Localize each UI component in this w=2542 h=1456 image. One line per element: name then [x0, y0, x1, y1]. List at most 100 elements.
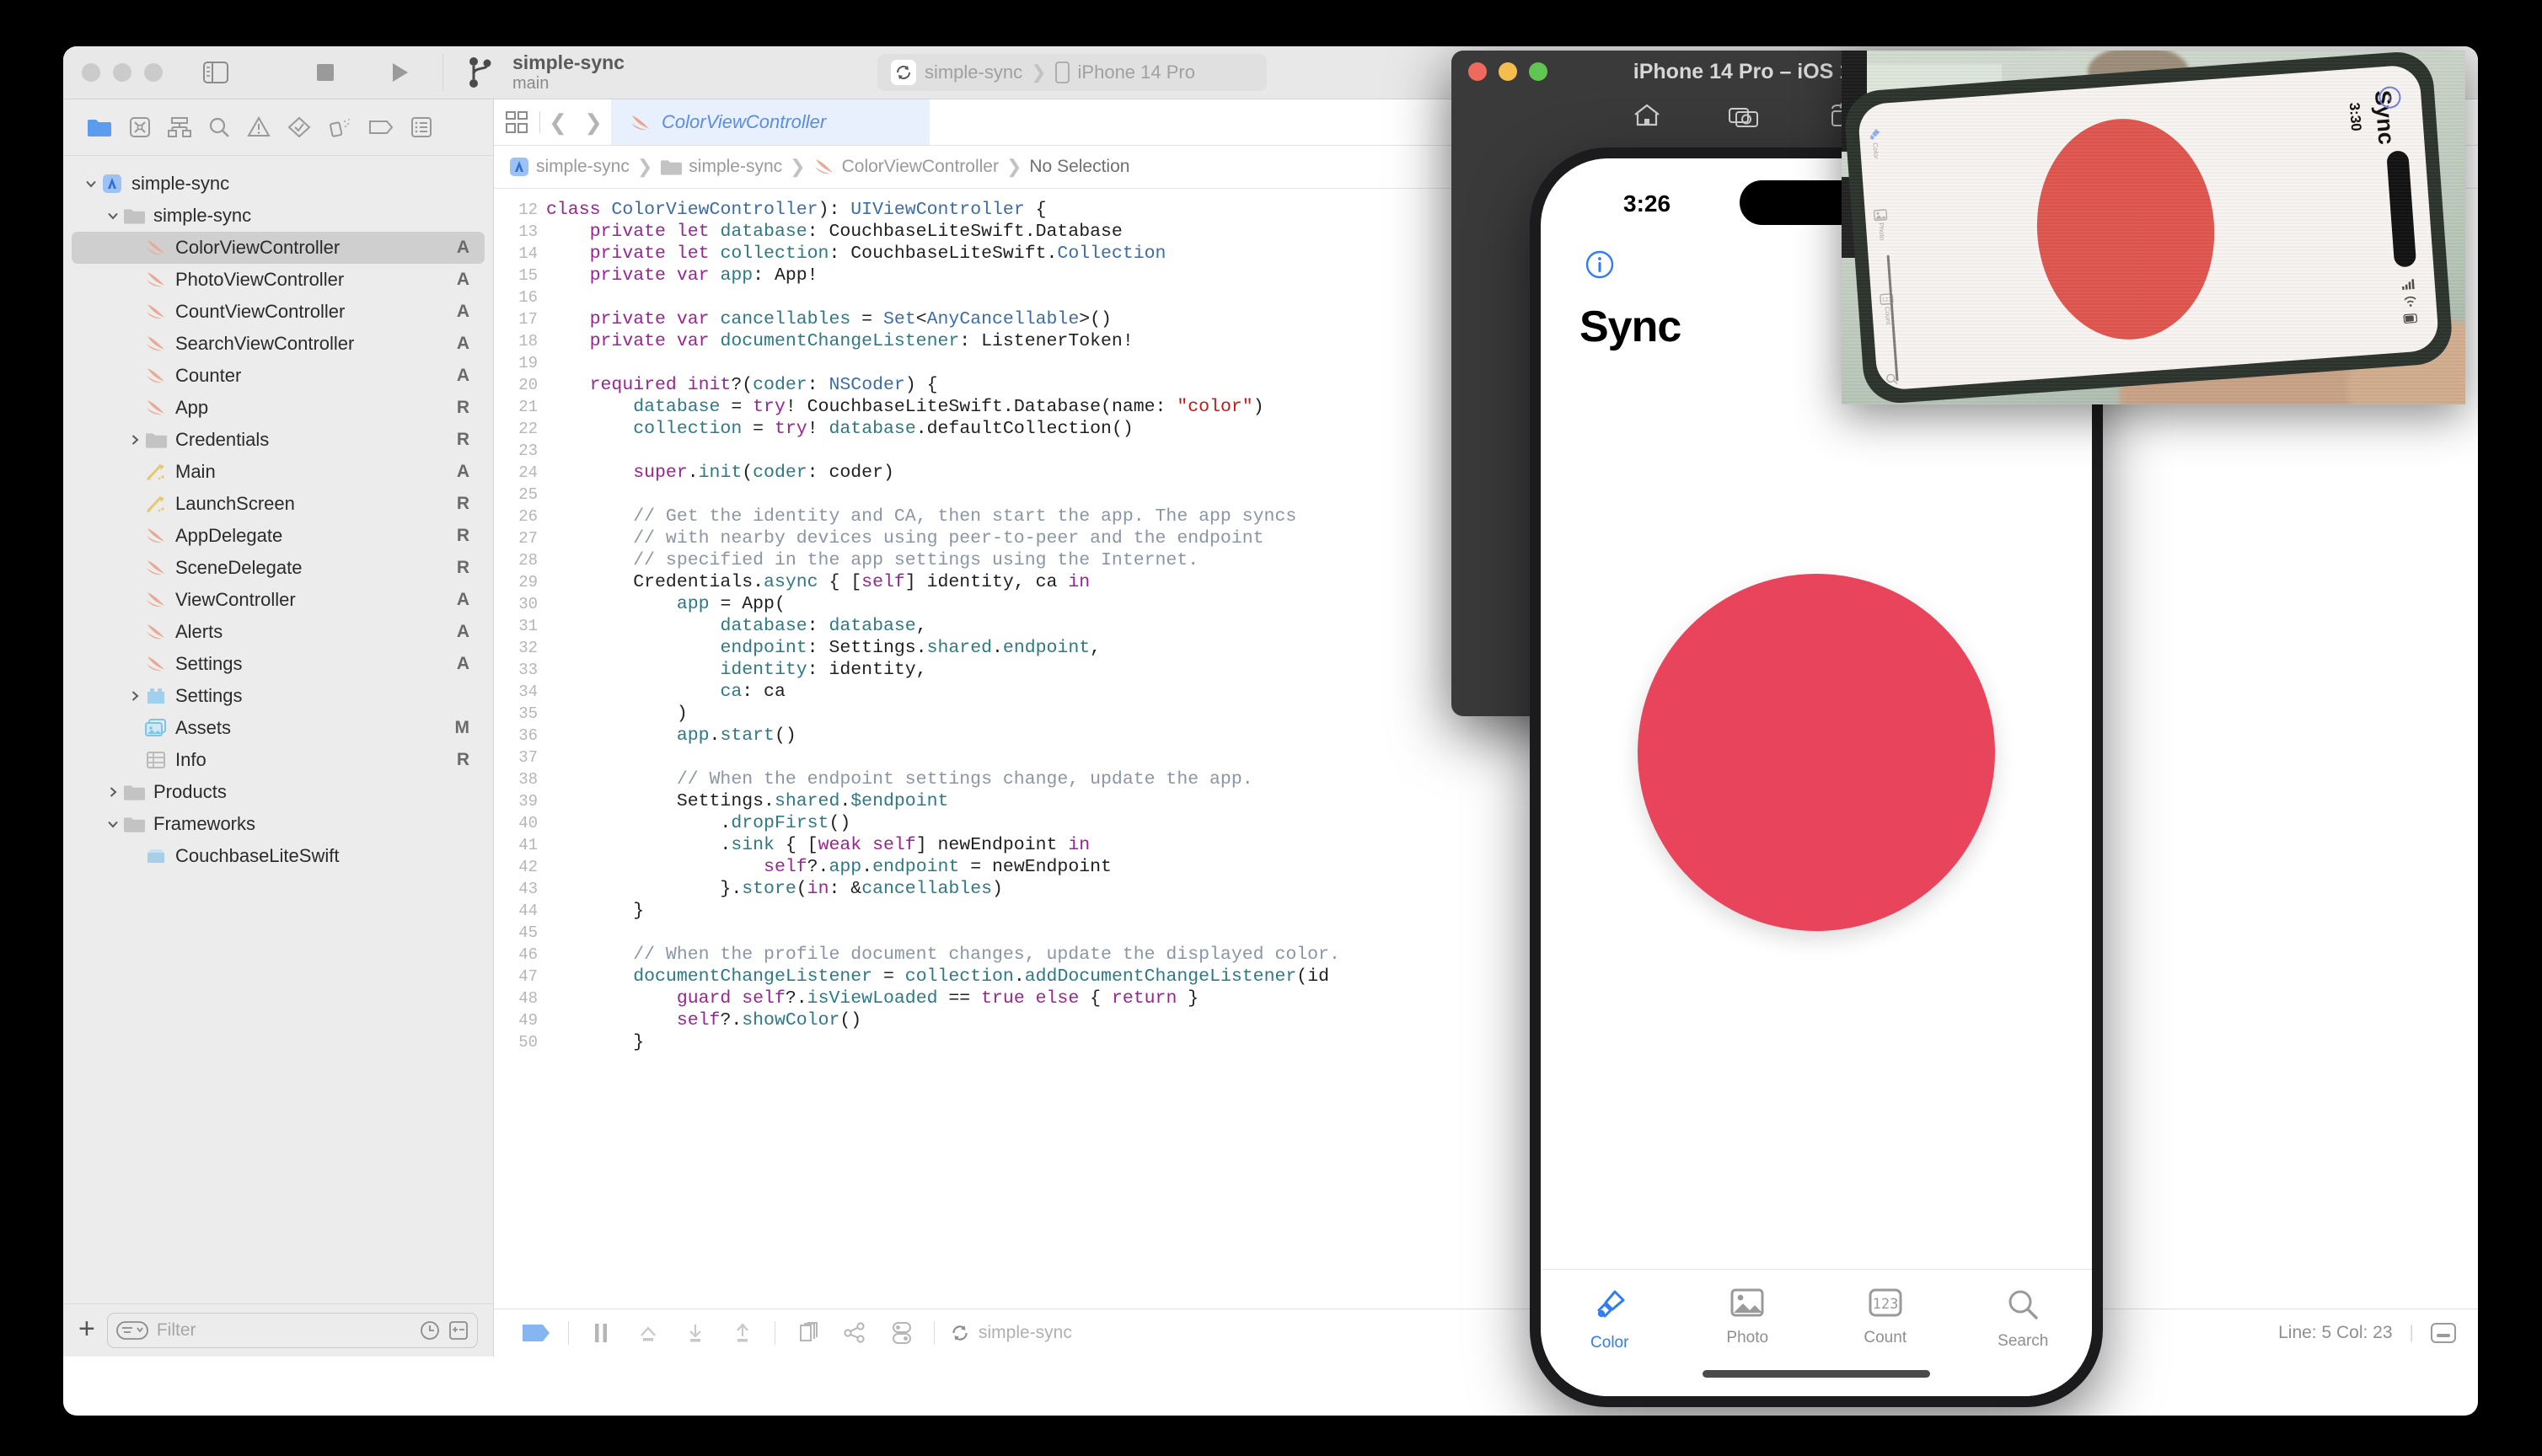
tree-item-simple-sync[interactable]: simple-sync: [72, 168, 485, 200]
tree-item-settings[interactable]: SettingsA: [72, 648, 485, 680]
breadcrumb-separator: ❯: [1006, 156, 1022, 178]
source-control-icon[interactable]: [129, 116, 151, 138]
swift-icon: [144, 302, 168, 321]
code-line[interactable]: .sink { [weak self] newEndpoint in: [546, 834, 2478, 856]
step-over-icon[interactable]: [625, 1322, 672, 1344]
debug-spray-icon[interactable]: [328, 116, 351, 138]
inspector-toggle-icon[interactable]: [2431, 1323, 2456, 1343]
chevron-right-icon[interactable]: ❯: [576, 110, 611, 136]
code-line[interactable]: [546, 747, 2478, 768]
editor-tab-colorviewcontroller[interactable]: ColorViewController: [611, 99, 930, 145]
chevron-right-icon[interactable]: [126, 689, 144, 703]
debug-bar: simple-sync Line: 5 Col: 23 |: [494, 1309, 2478, 1357]
find-icon[interactable]: [208, 116, 230, 138]
window-controls[interactable]: [63, 63, 163, 82]
chevron-down-icon[interactable]: [104, 209, 122, 222]
chevron-right-icon[interactable]: [104, 785, 122, 799]
tree-item-viewcontroller[interactable]: ViewControllerA: [72, 584, 485, 616]
zoom-button[interactable]: [144, 63, 163, 82]
modified-files-icon[interactable]: [448, 1320, 469, 1341]
code-line[interactable]: self?.showColor(): [546, 1009, 2478, 1031]
chevron-down-icon[interactable]: [82, 177, 100, 190]
swift-icon: [630, 113, 652, 131]
code-line[interactable]: .dropFirst(): [546, 812, 2478, 834]
step-into-icon[interactable]: [672, 1322, 719, 1344]
tree-item-appdelegate[interactable]: AppDelegateR: [72, 520, 485, 552]
symbol-hierarchy-icon[interactable]: [168, 116, 191, 138]
editor-layout-icon[interactable]: [494, 111, 539, 133]
pause-icon[interactable]: [577, 1322, 625, 1344]
filter-field[interactable]: Filter: [107, 1313, 478, 1348]
debug-process[interactable]: simple-sync: [950, 1323, 1072, 1343]
tab-search[interactable]: Search: [1955, 1270, 2093, 1396]
breadcrumb-item-2[interactable]: ColorViewController: [813, 157, 999, 177]
screenshot-icon[interactable]: [1729, 103, 1759, 128]
code-line[interactable]: }.store(in: &cancellables): [546, 878, 2478, 900]
code-line[interactable]: documentChangeListener = collection.addD…: [546, 966, 2478, 988]
tab-label: Color: [1590, 1334, 1628, 1352]
tree-item-countviewcontroller[interactable]: CountViewControllerA: [72, 296, 485, 328]
plus-icon[interactable]: +: [78, 1329, 95, 1333]
chevron-down-icon[interactable]: [104, 817, 122, 831]
breakpoint-toggle-icon[interactable]: [512, 1323, 560, 1343]
tree-item-products[interactable]: Products: [72, 776, 485, 808]
tree-item-alerts[interactable]: AlertsA: [72, 616, 485, 648]
test-diamond-icon[interactable]: [287, 116, 311, 138]
breadcrumb-item-0[interactable]: simple-sync: [509, 157, 630, 177]
code-line[interactable]: self?.app.endpoint = newEndpoint: [546, 856, 2478, 878]
step-out-icon[interactable]: [719, 1322, 766, 1344]
environment-overrides-icon[interactable]: [878, 1321, 925, 1345]
code-line[interactable]: app.start(): [546, 725, 2478, 747]
tree-item-info[interactable]: InfoR: [72, 744, 485, 776]
minimize-button[interactable]: [113, 63, 131, 82]
tree-item-main[interactable]: MainA: [72, 456, 485, 488]
memory-graph-icon[interactable]: [831, 1322, 878, 1344]
report-list-icon[interactable]: [410, 116, 432, 138]
code-line[interactable]: }: [546, 1031, 2478, 1053]
tree-item-launchscreen[interactable]: LaunchScreenR: [72, 488, 485, 520]
chevron-left-icon[interactable]: ❮: [540, 110, 576, 136]
issue-warning-icon[interactable]: [247, 116, 271, 138]
breadcrumb-item-3[interactable]: No Selection: [1029, 157, 1129, 177]
tree-item-couchbaseliteswift[interactable]: CouchbaseLiteSwift: [72, 840, 485, 872]
tree-item-photoviewcontroller[interactable]: PhotoViewControllerA: [72, 264, 485, 296]
info-circle-icon[interactable]: [1585, 249, 1615, 280]
chevron-right-icon[interactable]: [126, 433, 144, 447]
stop-icon[interactable]: [303, 54, 348, 91]
home-icon[interactable]: [1633, 103, 1661, 128]
scheme-selector[interactable]: simple-sync ❯ iPhone 14 Pro: [877, 54, 1267, 91]
code-line[interactable]: // When the profile document changes, up…: [546, 944, 2478, 966]
tree-item-status: R: [457, 398, 469, 418]
tree-item-searchviewcontroller[interactable]: SearchViewControllerA: [72, 328, 485, 360]
code-line[interactable]: // When the endpoint settings change, up…: [546, 768, 2478, 790]
close-button[interactable]: [82, 63, 100, 82]
tree-item-settings[interactable]: Settings: [72, 680, 485, 712]
line-number: 31: [494, 615, 546, 637]
filter-input[interactable]: Filter: [157, 1320, 411, 1341]
home-indicator[interactable]: [1703, 1370, 1930, 1378]
tree-item-counter[interactable]: CounterA: [72, 360, 485, 392]
clock-icon[interactable]: [420, 1320, 440, 1341]
breakpoint-tag-icon[interactable]: [368, 118, 394, 136]
code-line[interactable]: guard self?.isViewLoaded == true else { …: [546, 988, 2478, 1009]
project-file-tree[interactable]: simple-syncsimple-syncColorViewControlle…: [63, 156, 493, 1303]
color-circle[interactable]: [1638, 574, 1995, 931]
tree-item-scenedelegate[interactable]: SceneDelegateR: [72, 552, 485, 584]
code-line[interactable]: }: [546, 900, 2478, 922]
code-line[interactable]: [546, 922, 2478, 944]
run-icon[interactable]: [377, 54, 422, 91]
tree-item-assets[interactable]: AssetsM: [72, 712, 485, 744]
view-hierarchy-icon[interactable]: [784, 1322, 831, 1344]
tree-item-simple-sync[interactable]: simple-sync: [72, 200, 485, 232]
code-line[interactable]: Settings.shared.$endpoint: [546, 790, 2478, 812]
line-number: 42: [494, 856, 546, 878]
breadcrumb-item-1[interactable]: simple-sync: [660, 157, 782, 177]
filter-dropdown-icon[interactable]: [116, 1321, 148, 1340]
tree-item-credentials[interactable]: CredentialsR: [72, 424, 485, 456]
tree-item-app[interactable]: AppR: [72, 392, 485, 424]
tree-item-frameworks[interactable]: Frameworks: [72, 808, 485, 840]
tree-item-colorviewcontroller[interactable]: ColorViewControllerA: [72, 232, 485, 264]
sidebar-toggle-icon[interactable]: [193, 54, 239, 91]
tab-color[interactable]: Color: [1541, 1270, 1679, 1396]
folder-icon[interactable]: [87, 117, 112, 137]
